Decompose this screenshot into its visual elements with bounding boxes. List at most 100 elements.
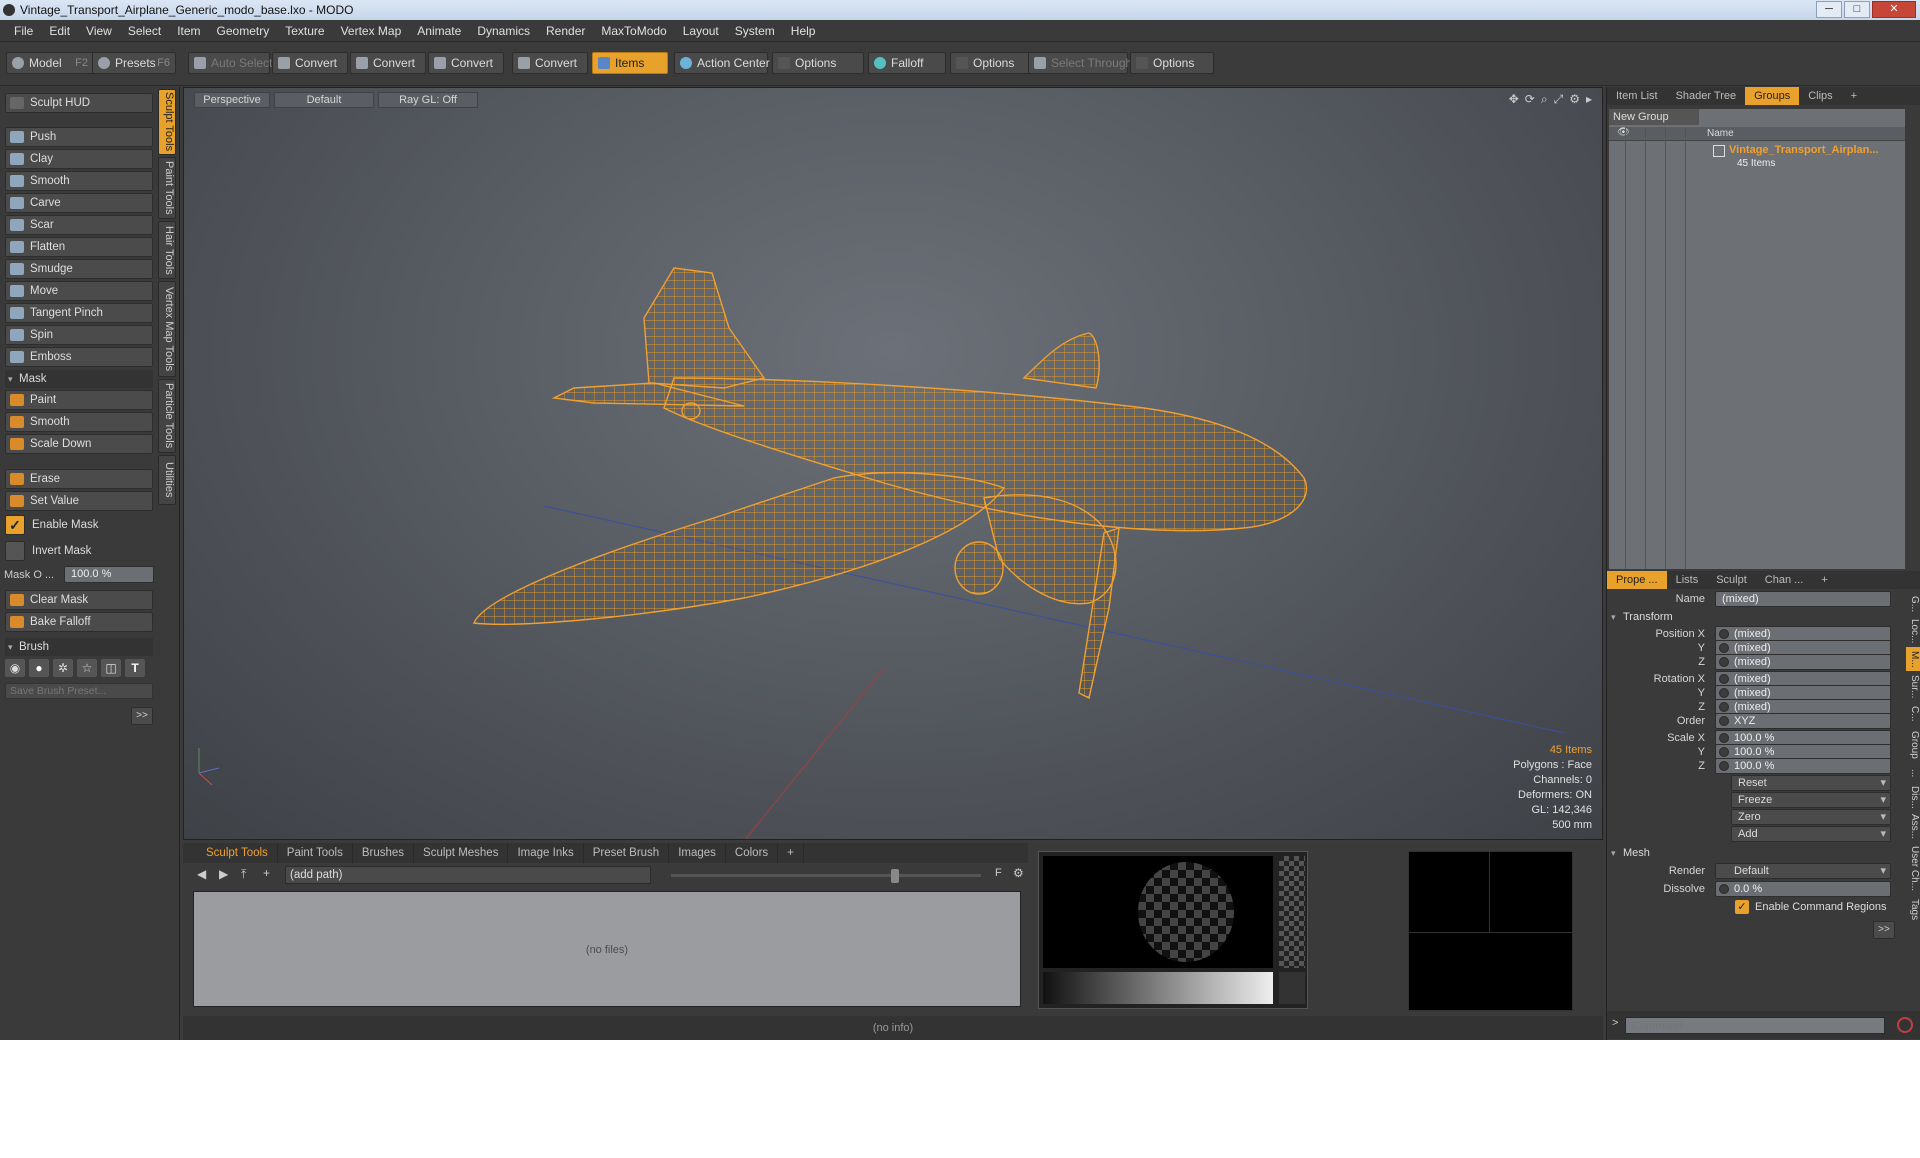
mask-opacity-field[interactable]: 100.0 % <box>64 566 154 583</box>
mask-paint-button[interactable]: Paint <box>5 390 153 410</box>
keyframe-dot[interactable] <box>1719 761 1729 771</box>
save-brush-preset-field[interactable]: Save Brush Preset... <box>5 683 153 699</box>
keyframe-dot[interactable] <box>1719 716 1729 726</box>
sculpt-hud-button[interactable]: Sculpt HUD <box>5 93 153 113</box>
star-brush-icon[interactable]: ☆ <box>77 659 97 677</box>
tool-smooth[interactable]: Smooth <box>5 171 153 191</box>
side-tab-locator[interactable]: Loc... <box>1906 617 1920 645</box>
tab-properties[interactable]: Prope ... <box>1607 571 1667 589</box>
side-tab-group[interactable]: G... <box>1906 593 1920 615</box>
tool-move[interactable]: Move <box>5 281 153 301</box>
convert-polygons-button[interactable]: Convert <box>428 52 504 74</box>
erase-button[interactable]: Erase <box>5 469 153 489</box>
tab-sculpt-meshes[interactable]: Sculpt Meshes <box>414 843 509 863</box>
tool-tangent-pinch[interactable]: Tangent Pinch <box>5 303 153 323</box>
tab-sculpt-tools[interactable]: Sculpt Tools <box>197 843 278 863</box>
vtab-paint-tools[interactable]: Paint Tools <box>158 157 176 219</box>
side-tab-surface[interactable]: Sur... <box>1906 673 1920 701</box>
menu-edit[interactable]: Edit <box>41 20 78 42</box>
add-tab-button[interactable]: + <box>1812 571 1836 589</box>
vtab-vertex-map-tools[interactable]: Vertex Map Tools <box>158 281 176 377</box>
up-folder-icon[interactable]: ⤒ <box>241 867 246 882</box>
3d-viewport[interactable]: Perspective Default Ray GL: Off ✥ ⟳ ⌕ ⤢ … <box>183 87 1603 840</box>
falloff-button[interactable]: Falloff <box>868 52 946 74</box>
menu-file[interactable]: File <box>6 20 41 42</box>
record-icon[interactable] <box>1897 1017 1913 1033</box>
keyframe-dot[interactable] <box>1719 733 1729 743</box>
convert-edges-button[interactable]: Convert <box>350 52 426 74</box>
clear-mask-button[interactable]: Clear Mask <box>5 590 153 610</box>
custom-brush-icon[interactable]: ◫ <box>101 659 121 677</box>
auto-select-button[interactable]: Auto Select <box>188 52 272 74</box>
order-dropdown[interactable]: XYZ <box>1715 713 1891 729</box>
slider-handle[interactable] <box>891 869 899 883</box>
action-center-button[interactable]: Action Center <box>674 52 770 74</box>
new-group-button[interactable]: New Group <box>1609 109 1699 125</box>
back-icon[interactable]: ◀ <box>197 867 206 881</box>
scale-z-field[interactable]: 100.0 % <box>1715 758 1891 774</box>
tool-clay[interactable]: Clay <box>5 149 153 169</box>
menu-dynamics[interactable]: Dynamics <box>469 20 538 42</box>
menu-select[interactable]: Select <box>120 20 169 42</box>
tool-spin[interactable]: Spin <box>5 325 153 345</box>
brush-section-header[interactable]: Brush <box>5 638 153 656</box>
vtab-hair-tools[interactable]: Hair Tools <box>158 221 176 279</box>
filter-toggle[interactable]: F <box>995 867 1002 879</box>
tab-paint-tools[interactable]: Paint Tools <box>278 843 353 863</box>
menu-item[interactable]: Item <box>169 20 208 42</box>
tab-images[interactable]: Images <box>669 843 726 863</box>
enable-mask-checkbox[interactable]: ✓ <box>5 515 25 535</box>
tab-lists[interactable]: Lists <box>1667 571 1708 589</box>
select-through-options-button[interactable]: Options <box>1130 52 1214 74</box>
keyframe-dot[interactable] <box>1719 688 1729 698</box>
minimize-button[interactable]: ─ <box>1816 1 1842 18</box>
keyframe-dot[interactable] <box>1719 629 1729 639</box>
menu-render[interactable]: Render <box>538 20 593 42</box>
keyframe-dot[interactable] <box>1719 702 1729 712</box>
menu-maxtomodo[interactable]: MaxToModo <box>593 20 674 42</box>
side-tab-group-2[interactable]: Group <box>1906 727 1920 763</box>
side-tab-tags[interactable]: Tags <box>1906 897 1920 923</box>
tool-push[interactable]: Push <box>5 127 153 147</box>
keyframe-dot[interactable] <box>1719 643 1729 653</box>
falloff-options-button[interactable]: Options <box>950 52 1030 74</box>
menu-animate[interactable]: Animate <box>409 20 469 42</box>
soft-brush-icon[interactable]: ◉ <box>5 659 25 677</box>
convert-materials-button[interactable]: Convert <box>512 52 588 74</box>
menu-view[interactable]: View <box>78 20 120 42</box>
tab-colors[interactable]: Colors <box>726 843 779 863</box>
splat-brush-icon[interactable]: ✲ <box>53 659 73 677</box>
keyframe-dot[interactable] <box>1719 884 1729 894</box>
file-browser-area[interactable]: (no files) <box>193 891 1021 1007</box>
side-tab-c[interactable]: C... <box>1906 703 1920 725</box>
mask-smooth-button[interactable]: Smooth <box>5 412 153 432</box>
side-tab-user-channels[interactable]: User Ch... <box>1906 843 1920 895</box>
tool-emboss[interactable]: Emboss <box>5 347 153 367</box>
thumbnail-size-slider[interactable] <box>671 874 981 877</box>
menu-layout[interactable]: Layout <box>675 20 727 42</box>
enable-command-regions-checkbox[interactable]: ✓ <box>1735 900 1749 914</box>
dissolve-field[interactable]: 0.0 % <box>1715 881 1891 897</box>
model-mode-button[interactable]: Model F2 <box>6 52 94 74</box>
tool-scar[interactable]: Scar <box>5 215 153 235</box>
action-center-options-button[interactable]: Options <box>772 52 864 74</box>
add-tab-button[interactable]: + <box>1842 87 1866 105</box>
bake-falloff-button[interactable]: Bake Falloff <box>5 612 153 632</box>
keyframe-dot[interactable] <box>1719 674 1729 684</box>
keyframe-dot[interactable] <box>1719 747 1729 757</box>
zero-dropdown[interactable]: Zero <box>1731 809 1891 825</box>
text-brush-icon[interactable]: T <box>125 659 145 677</box>
mask-scale-down-button[interactable]: Scale Down <box>5 434 153 454</box>
tool-carve[interactable]: Carve <box>5 193 153 213</box>
group-row[interactable]: Vintage_Transport_Airplan... 45 Items <box>1609 143 1905 173</box>
reset-dropdown[interactable]: Reset <box>1731 775 1891 791</box>
settings-icon[interactable]: ⚙ <box>1013 866 1024 880</box>
transform-section[interactable]: Transform <box>1611 609 1901 625</box>
mask-section-header[interactable]: Mask <box>5 370 153 388</box>
tool-smudge[interactable]: Smudge <box>5 259 153 279</box>
path-dropdown[interactable]: (add path) <box>285 866 651 884</box>
side-tab-more[interactable]: ... <box>1906 765 1920 781</box>
tab-brushes[interactable]: Brushes <box>353 843 415 863</box>
menu-texture[interactable]: Texture <box>277 20 332 42</box>
menu-help[interactable]: Help <box>783 20 824 42</box>
